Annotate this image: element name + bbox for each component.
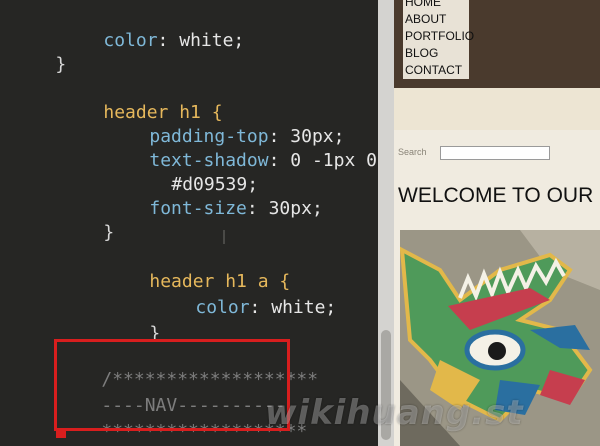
site-nav: HOME ABOUT PORTFOLIO BLOG CONTACT (403, 0, 474, 79)
code-line: color: white; (103, 30, 245, 51)
highlight-marker (56, 430, 66, 438)
css-value: 0 -1px 0 (290, 150, 377, 171)
text-cursor (223, 230, 225, 244)
header-strip (394, 88, 600, 130)
nav-link-contact[interactable]: CONTACT (403, 62, 469, 79)
closing-brace: } (103, 222, 115, 243)
nav-link-portfolio[interactable]: PORTFOLIO (403, 28, 474, 45)
code-line: font-size: 30px; (149, 198, 323, 219)
welcome-heading: WELCOME TO OUR S (398, 184, 600, 207)
nav-link-home[interactable]: HOME (403, 0, 469, 11)
code-line: color: white; (195, 297, 337, 318)
nav-comment-highlight (54, 339, 290, 431)
nav-link-about[interactable]: ABOUT (403, 11, 469, 28)
css-value: 30px; (268, 198, 323, 219)
watermark-text: wikihuang.st (265, 393, 524, 433)
css-value: white; (271, 297, 337, 318)
css-property: font-size (149, 198, 247, 219)
search-label: Search (398, 147, 427, 157)
closing-brace: } (55, 54, 67, 75)
css-property: color (195, 297, 250, 318)
code-line: } (12, 29, 66, 101)
css-property: color (103, 30, 158, 51)
nav-link-blog[interactable]: BLOG (403, 45, 469, 62)
search-input[interactable] (440, 146, 550, 160)
pane-divider[interactable] (378, 0, 394, 446)
browser-preview: HOME ABOUT PORTFOLIO BLOG CONTACT Search… (394, 0, 600, 446)
css-value: white; (179, 30, 245, 51)
code-editor-pane[interactable]: color: white; } header h1 { padding-top:… (0, 0, 378, 446)
